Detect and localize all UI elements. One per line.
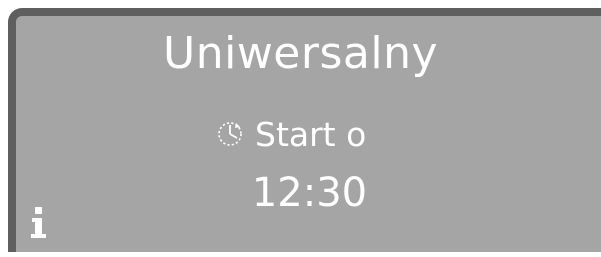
appliance-display-bezel: Uniwersalny Start o 12:30 [0, 0, 601, 257]
start-time-value: 12:30 [251, 170, 368, 216]
info-icon[interactable] [28, 205, 50, 239]
start-at-label: Start o [255, 114, 367, 154]
delayed-start-row: Start o [215, 114, 366, 154]
delay-start-clock-icon [218, 122, 242, 146]
program-name: Uniwersalny [163, 28, 438, 79]
